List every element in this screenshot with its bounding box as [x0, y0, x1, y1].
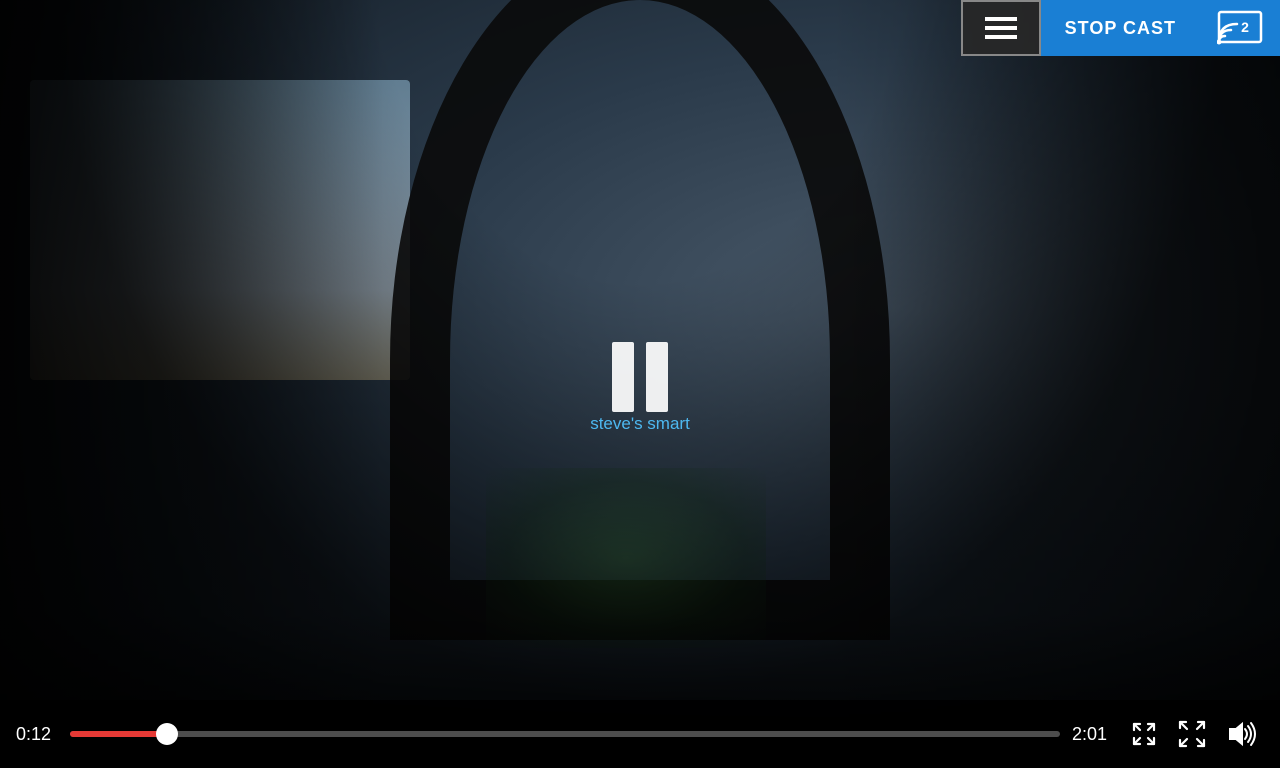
- player-controls: 0:12 2:01: [0, 700, 1280, 768]
- menu-icon: [985, 17, 1017, 39]
- shrink-icon: [1130, 720, 1158, 748]
- cast-device-button[interactable]: 2: [1200, 0, 1280, 56]
- cast-device-label: steve's smart: [590, 414, 690, 434]
- menu-button[interactable]: [961, 0, 1041, 56]
- volume-icon: [1226, 720, 1260, 748]
- stop-cast-button[interactable]: STOP CAST: [1041, 0, 1200, 56]
- stop-cast-label: STOP CAST: [1065, 18, 1176, 39]
- progress-fill: [70, 731, 167, 737]
- cast-device-name: steve's smart: [590, 414, 690, 433]
- fullscreen-button[interactable]: [1174, 716, 1210, 752]
- pause-indicator[interactable]: [612, 342, 668, 412]
- pause-bar-left: [612, 342, 634, 412]
- progress-bar[interactable]: [70, 731, 1060, 737]
- pause-bar-right: [646, 342, 668, 412]
- volume-button[interactable]: [1222, 716, 1264, 752]
- cast-icon: 2: [1217, 10, 1263, 46]
- shrink-button[interactable]: [1126, 716, 1162, 752]
- top-controls-bar: STOP CAST 2: [961, 0, 1280, 56]
- svg-text:2: 2: [1241, 19, 1249, 35]
- progress-handle[interactable]: [156, 723, 178, 745]
- total-time: 2:01: [1072, 724, 1114, 745]
- current-time: 0:12: [16, 724, 58, 745]
- fullscreen-icon: [1178, 720, 1206, 748]
